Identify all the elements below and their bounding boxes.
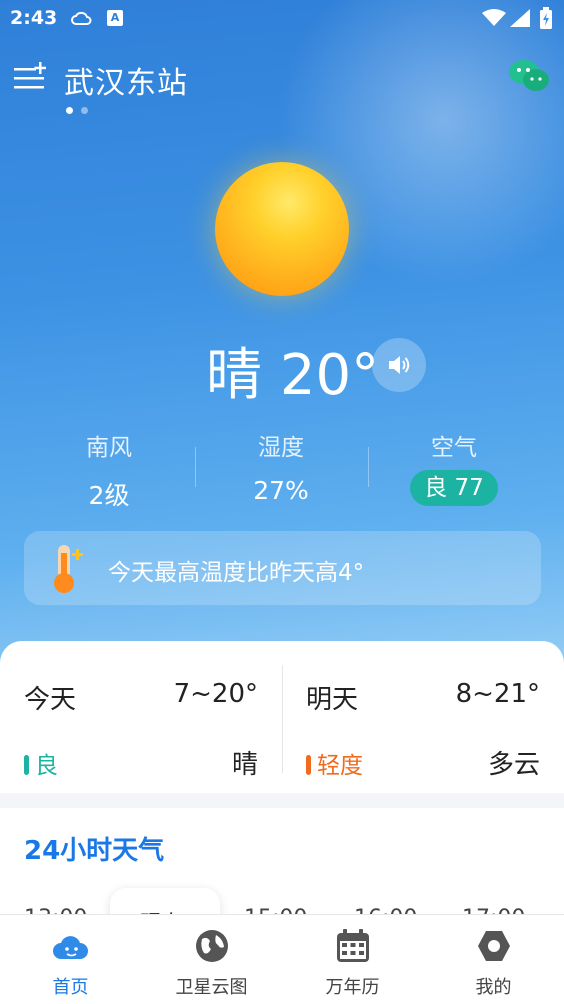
signal-icon — [510, 9, 530, 27]
forecast-condition: 多云 — [487, 750, 540, 780]
air-quality-text: 良 — [35, 753, 58, 779]
bottom-nav: 首页 卫星云图 万年历 我的 — [0, 914, 564, 1004]
calendar-icon — [337, 929, 369, 962]
hexagon-icon — [478, 931, 510, 961]
wifi-icon — [482, 9, 506, 26]
sunny-weather-icon — [215, 162, 349, 296]
page-indicator — [66, 107, 88, 114]
condition-text: 晴 — [206, 343, 262, 408]
a-badge-icon: A — [107, 10, 123, 26]
wind-value: 2级 — [88, 481, 130, 510]
humidity-value: 27% — [253, 476, 309, 505]
forecast-temp-range: 8~21° — [455, 679, 540, 709]
stat-divider — [368, 447, 369, 487]
air-quality-bar — [306, 755, 311, 775]
hourly-title: 24小时天气 — [24, 836, 165, 866]
page-dot — [81, 107, 88, 114]
page-dot-active — [66, 107, 73, 114]
humidity-stat: 湿度 27% — [211, 428, 351, 505]
aqi-badge[interactable]: 良 77 — [410, 470, 498, 506]
nav-label: 首页 — [52, 977, 89, 998]
daily-forecast-card: 今天 7~20° 良 晴 明天 8~21° 轻度 多云 — [0, 641, 564, 793]
air-quality-text: 轻度 — [317, 753, 363, 779]
forecast-air-quality: 良 — [24, 746, 58, 780]
wind-label: 南风 — [86, 435, 132, 461]
status-time: 2:43 — [10, 7, 58, 29]
forecast-today[interactable]: 今天 7~20° 良 晴 — [0, 641, 282, 793]
chat-bubbles-icon[interactable] — [508, 58, 550, 94]
air-label: 空气 — [431, 435, 477, 461]
nav-satellite[interactable]: 卫星云图 — [141, 915, 282, 1004]
air-quality-bar — [24, 755, 29, 775]
thermometer-icon — [54, 545, 83, 593]
nav-home[interactable]: 首页 — [0, 915, 141, 1004]
nav-label: 万年历 — [325, 977, 380, 998]
nav-profile[interactable]: 我的 — [423, 915, 564, 1004]
forecast-day-label: 明天 — [306, 685, 359, 715]
nav-label: 我的 — [475, 977, 512, 998]
speaker-button[interactable] — [372, 338, 426, 392]
forecast-air-quality: 轻度 — [306, 746, 363, 780]
city-name[interactable]: 武汉东站 — [64, 58, 188, 102]
globe-icon — [196, 930, 228, 962]
forecast-temp-range: 7~20° — [173, 679, 258, 709]
nav-label: 卫星云图 — [175, 977, 248, 998]
forecast-condition: 晴 — [231, 750, 258, 780]
current-temperature: 20° — [279, 343, 380, 408]
battery-icon — [540, 7, 552, 29]
nav-calendar[interactable]: 万年历 — [282, 915, 423, 1004]
city-menu-button[interactable] — [14, 62, 48, 92]
forecast-day-label: 今天 — [24, 685, 77, 715]
status-bar: 2:43 A — [0, 0, 564, 38]
temperature-tip-banner[interactable]: 今天最高温度比昨天高4° — [24, 531, 541, 605]
stat-divider — [195, 447, 196, 487]
current-condition: 晴 20° — [206, 330, 379, 411]
forecast-tomorrow[interactable]: 明天 8~21° 轻度 多云 — [282, 641, 564, 793]
humidity-label: 湿度 — [258, 435, 304, 461]
cloud-face-icon — [53, 936, 88, 959]
speaker-icon — [389, 356, 410, 374]
cloud-status-icon — [71, 11, 92, 25]
air-stat[interactable]: 空气 良 77 — [384, 428, 524, 506]
banner-text: 今天最高温度比昨天高4° — [108, 560, 365, 586]
wind-stat: 南风 2级 — [39, 428, 179, 512]
